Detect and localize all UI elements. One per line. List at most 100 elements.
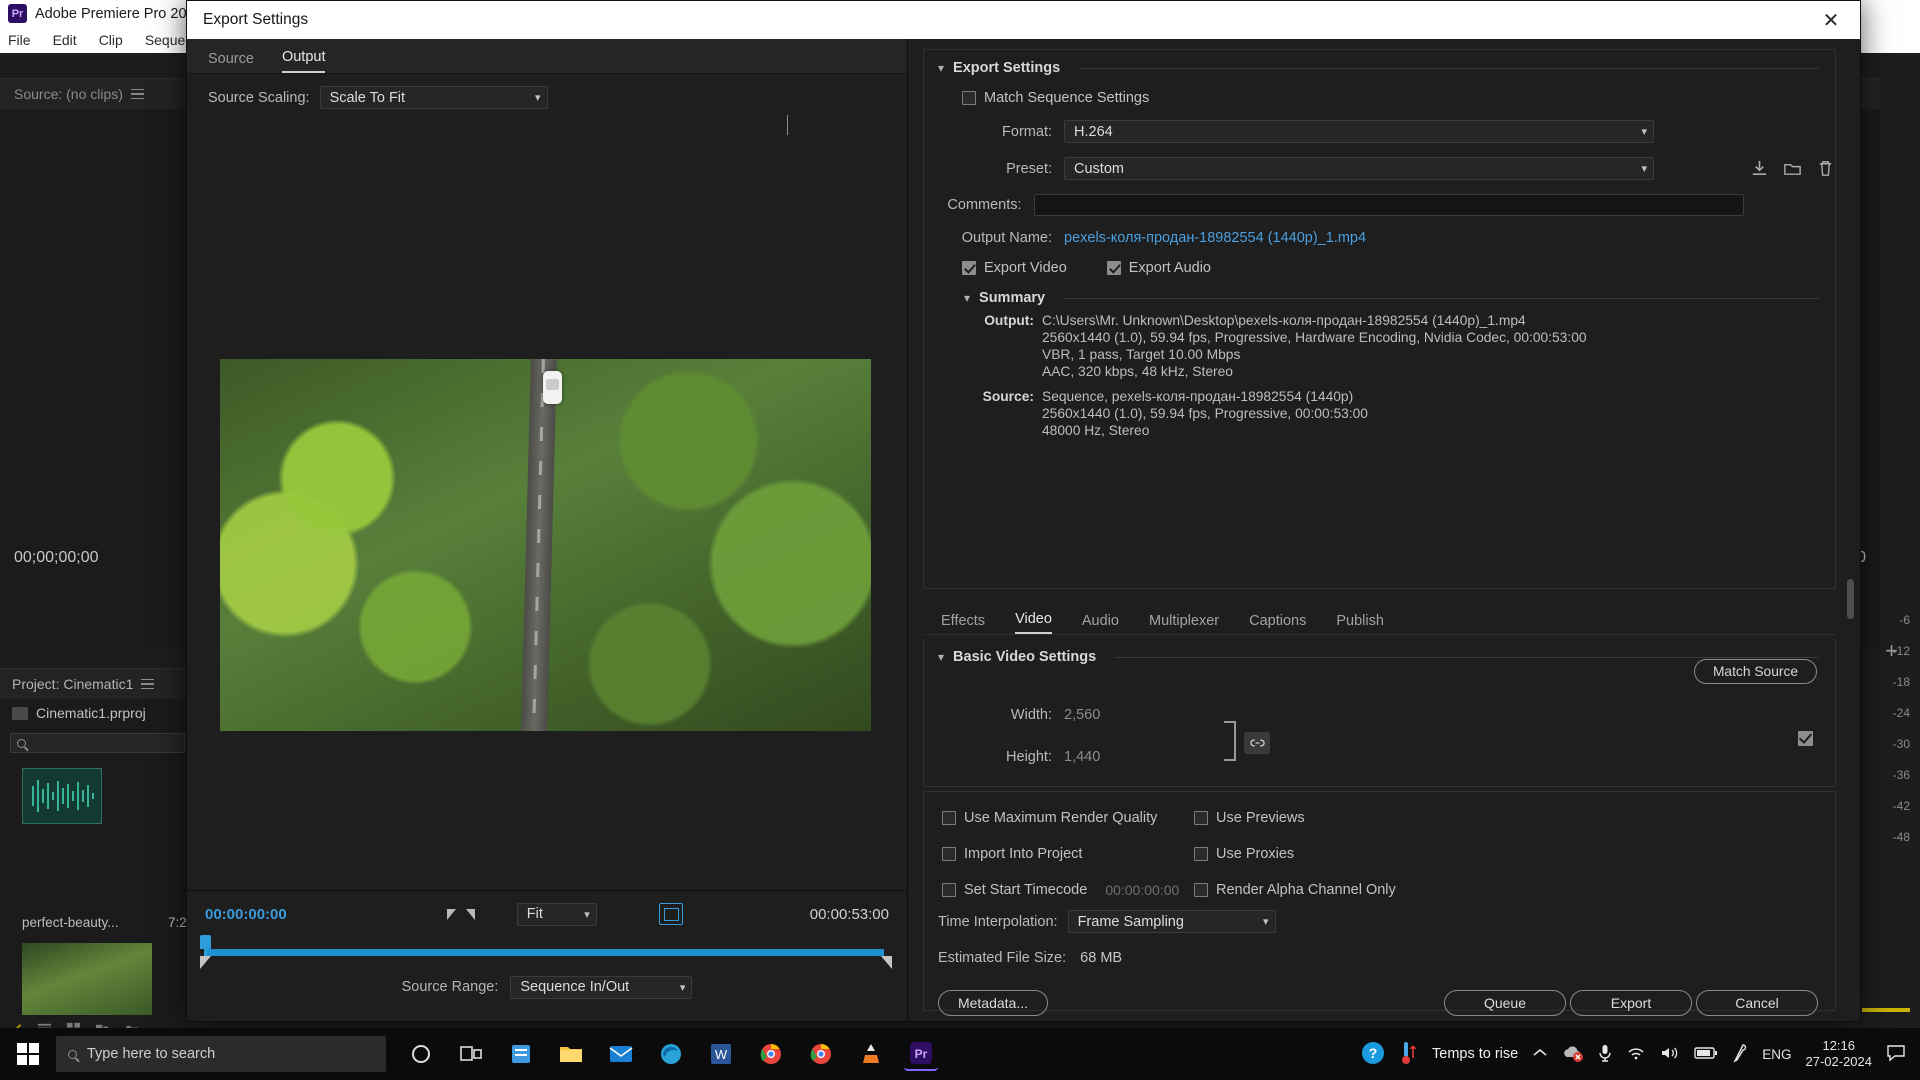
comments-input[interactable]: [1033, 194, 1744, 216]
tray-expand-icon[interactable]: [1532, 1047, 1548, 1062]
summary-header[interactable]: ▾ Summary: [924, 276, 1835, 306]
time-interpolation-select[interactable]: Frame Sampling ▾: [1067, 910, 1276, 933]
import-into-project-checkbox[interactable]: [942, 847, 956, 861]
mark-in-icon[interactable]: [446, 908, 456, 920]
menu-clip[interactable]: Clip: [99, 32, 123, 48]
queue-button[interactable]: Queue: [1444, 990, 1566, 1016]
export-settings-header[interactable]: ▾ Export Settings: [924, 50, 1835, 76]
mail-icon[interactable]: [604, 1037, 638, 1071]
cancel-button[interactable]: Cancel: [1696, 990, 1818, 1016]
edge-icon[interactable]: [654, 1037, 688, 1071]
language-indicator[interactable]: ENG: [1762, 1047, 1791, 1062]
word-icon[interactable]: W: [704, 1037, 738, 1071]
audio-clip-thumbnail[interactable]: [22, 768, 102, 824]
taskbar-search-input[interactable]: Type here to search: [56, 1036, 386, 1072]
source-scaling-select[interactable]: Scale To Fit ▾: [319, 86, 548, 109]
project-panel-menu-icon[interactable]: [141, 676, 155, 693]
action-center-icon[interactable]: [1886, 1044, 1906, 1065]
project-file-row[interactable]: Cinematic1.prproj: [0, 699, 195, 727]
start-button[interactable]: [0, 1043, 56, 1065]
export-audio-checkbox[interactable]: [1106, 261, 1121, 275]
use-proxies-row[interactable]: Use Proxies: [1194, 846, 1294, 862]
use-previews-row[interactable]: Use Previews: [1194, 810, 1305, 826]
video-clip-thumbnail[interactable]: [22, 943, 152, 1015]
save-preset-icon[interactable]: [1750, 159, 1769, 178]
chevron-down-icon[interactable]: ▾: [938, 61, 944, 75]
use-maximum-render-quality-row[interactable]: Use Maximum Render Quality: [942, 810, 1194, 826]
render-alpha-channel-only-row[interactable]: Render Alpha Channel Only: [1194, 882, 1396, 898]
chevron-down-icon[interactable]: ▾: [938, 650, 944, 664]
premiere-taskbar-icon[interactable]: Pr: [904, 1037, 938, 1071]
pen-icon[interactable]: [1732, 1043, 1748, 1066]
format-select[interactable]: H.264 ▾: [1064, 120, 1654, 143]
out-point-handle[interactable]: [881, 956, 892, 969]
weather-text[interactable]: Temps to rise: [1432, 1046, 1518, 1062]
dimension-enabled-checkbox[interactable]: [1798, 731, 1813, 746]
tab-audio[interactable]: Audio: [1082, 613, 1119, 634]
wifi-icon[interactable]: [1626, 1045, 1646, 1064]
project-search-input[interactable]: [10, 733, 185, 753]
output-name-link[interactable]: pexels-коля-продан-18982554 (1440p)_1.mp…: [1064, 230, 1366, 246]
set-start-timecode-checkbox[interactable]: [942, 883, 956, 897]
import-preset-icon[interactable]: [1783, 159, 1802, 178]
use-maximum-render-quality-checkbox[interactable]: [942, 811, 956, 825]
delete-preset-icon[interactable]: [1816, 159, 1835, 178]
preset-select[interactable]: Custom ▾: [1064, 157, 1654, 180]
tab-output[interactable]: Output: [281, 49, 326, 73]
sticky-notes-icon[interactable]: [504, 1037, 538, 1071]
cortana-icon[interactable]: [404, 1037, 438, 1071]
width-value[interactable]: 2,560: [1064, 707, 1100, 723]
file-explorer-icon[interactable]: [554, 1037, 588, 1071]
use-previews-checkbox[interactable]: [1194, 811, 1208, 825]
tab-captions[interactable]: Captions: [1249, 613, 1306, 634]
set-start-timecode-row[interactable]: Set Start Timecode 00:00:00:00: [942, 882, 1194, 898]
tab-effects[interactable]: Effects: [941, 613, 985, 634]
clock[interactable]: 12:16 27-02-2024: [1806, 1038, 1873, 1070]
microphone-icon[interactable]: [1598, 1043, 1612, 1066]
in-point-handle[interactable]: [200, 956, 211, 969]
menu-edit[interactable]: Edit: [53, 32, 77, 48]
height-value[interactable]: 1,440: [1064, 749, 1100, 765]
volume-icon[interactable]: [1660, 1045, 1680, 1064]
metadata-button[interactable]: Metadata...: [938, 990, 1048, 1016]
match-sequence-settings-checkbox[interactable]: [962, 91, 976, 105]
zoom-level-select[interactable]: Fit ▾: [516, 902, 597, 926]
set-start-timecode-value[interactable]: 00:00:00:00: [1105, 882, 1179, 898]
menu-file[interactable]: File: [8, 32, 31, 48]
chrome-secondary-icon[interactable]: [804, 1037, 838, 1071]
export-audio-row[interactable]: Export Audio: [1106, 260, 1211, 276]
mark-out-icon[interactable]: [465, 908, 475, 920]
chevron-down-icon[interactable]: ▾: [964, 291, 970, 305]
summary-body: Output: C:\Users\Mr. Unknown\Desktop\pex…: [964, 312, 1821, 439]
export-video-row[interactable]: Export Video: [962, 260, 1067, 276]
tab-video[interactable]: Video: [1015, 611, 1052, 634]
match-source-button[interactable]: Match Source: [1694, 659, 1817, 684]
battery-icon[interactable]: [1694, 1046, 1718, 1063]
preview-current-timecode[interactable]: 00:00:00:00: [205, 906, 287, 923]
scrubber-track[interactable]: [204, 949, 884, 956]
source-range-select[interactable]: Sequence In/Out ▾: [510, 975, 693, 999]
car-graphic: [542, 371, 562, 404]
chrome-icon[interactable]: [754, 1037, 788, 1071]
help-icon[interactable]: ?: [1360, 1040, 1386, 1069]
tab-multiplexer[interactable]: Multiplexer: [1149, 613, 1219, 634]
export-button[interactable]: Export: [1570, 990, 1692, 1016]
onedrive-error-icon[interactable]: [1562, 1044, 1584, 1065]
panel-menu-icon[interactable]: [130, 86, 144, 103]
preview-scrubber[interactable]: [200, 935, 894, 969]
render-alpha-channel-only-checkbox[interactable]: [1194, 883, 1208, 897]
settings-scrollbar-thumb[interactable]: [1847, 579, 1854, 619]
export-frame-icon[interactable]: [658, 903, 683, 925]
close-icon[interactable]: ✕: [1812, 8, 1850, 33]
link-dimensions-icon[interactable]: [1244, 732, 1270, 754]
export-video-checkbox[interactable]: [962, 261, 976, 275]
vlc-icon[interactable]: [854, 1037, 888, 1071]
add-track-icon[interactable]: +: [1885, 638, 1898, 664]
match-sequence-settings-row[interactable]: Match Sequence Settings: [962, 90, 1835, 106]
tab-source[interactable]: Source: [208, 51, 254, 73]
task-view-icon[interactable]: [454, 1037, 488, 1071]
import-into-project-row[interactable]: Import Into Project: [942, 846, 1194, 862]
playhead-handle[interactable]: [200, 935, 211, 956]
use-proxies-checkbox[interactable]: [1194, 847, 1208, 861]
tab-publish[interactable]: Publish: [1336, 613, 1384, 634]
